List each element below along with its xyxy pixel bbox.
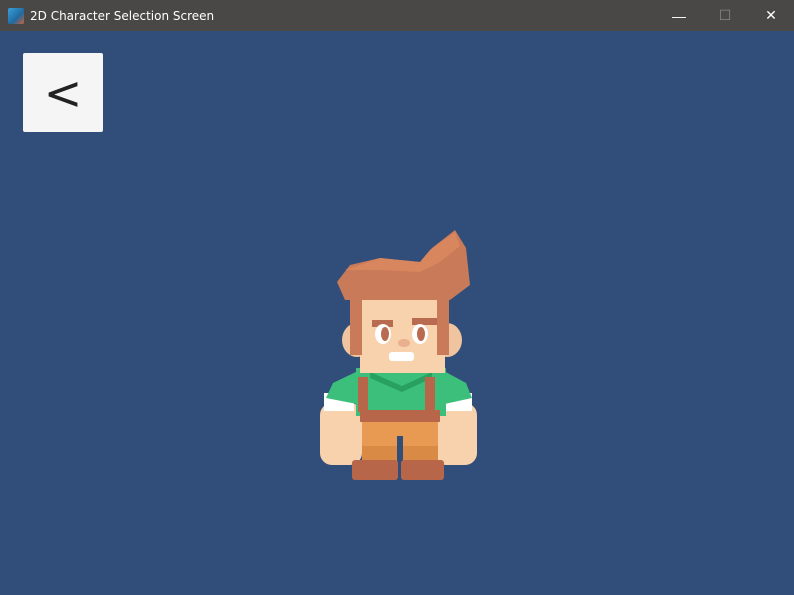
mouth: [389, 352, 414, 361]
left-arm: [320, 403, 362, 465]
left-suspender: [358, 377, 368, 412]
left-pupil: [381, 327, 389, 341]
left-sideburn: [350, 290, 362, 355]
right-sideburn: [437, 290, 449, 355]
right-pupil: [417, 327, 425, 341]
belt: [360, 410, 440, 422]
right-shoe: [401, 460, 444, 480]
left-shoe: [352, 460, 398, 480]
right-suspender: [425, 377, 435, 412]
character-sprite[interactable]: [0, 0, 794, 595]
face: [360, 295, 445, 373]
right-eyebrow: [412, 318, 437, 325]
nose: [398, 339, 410, 347]
